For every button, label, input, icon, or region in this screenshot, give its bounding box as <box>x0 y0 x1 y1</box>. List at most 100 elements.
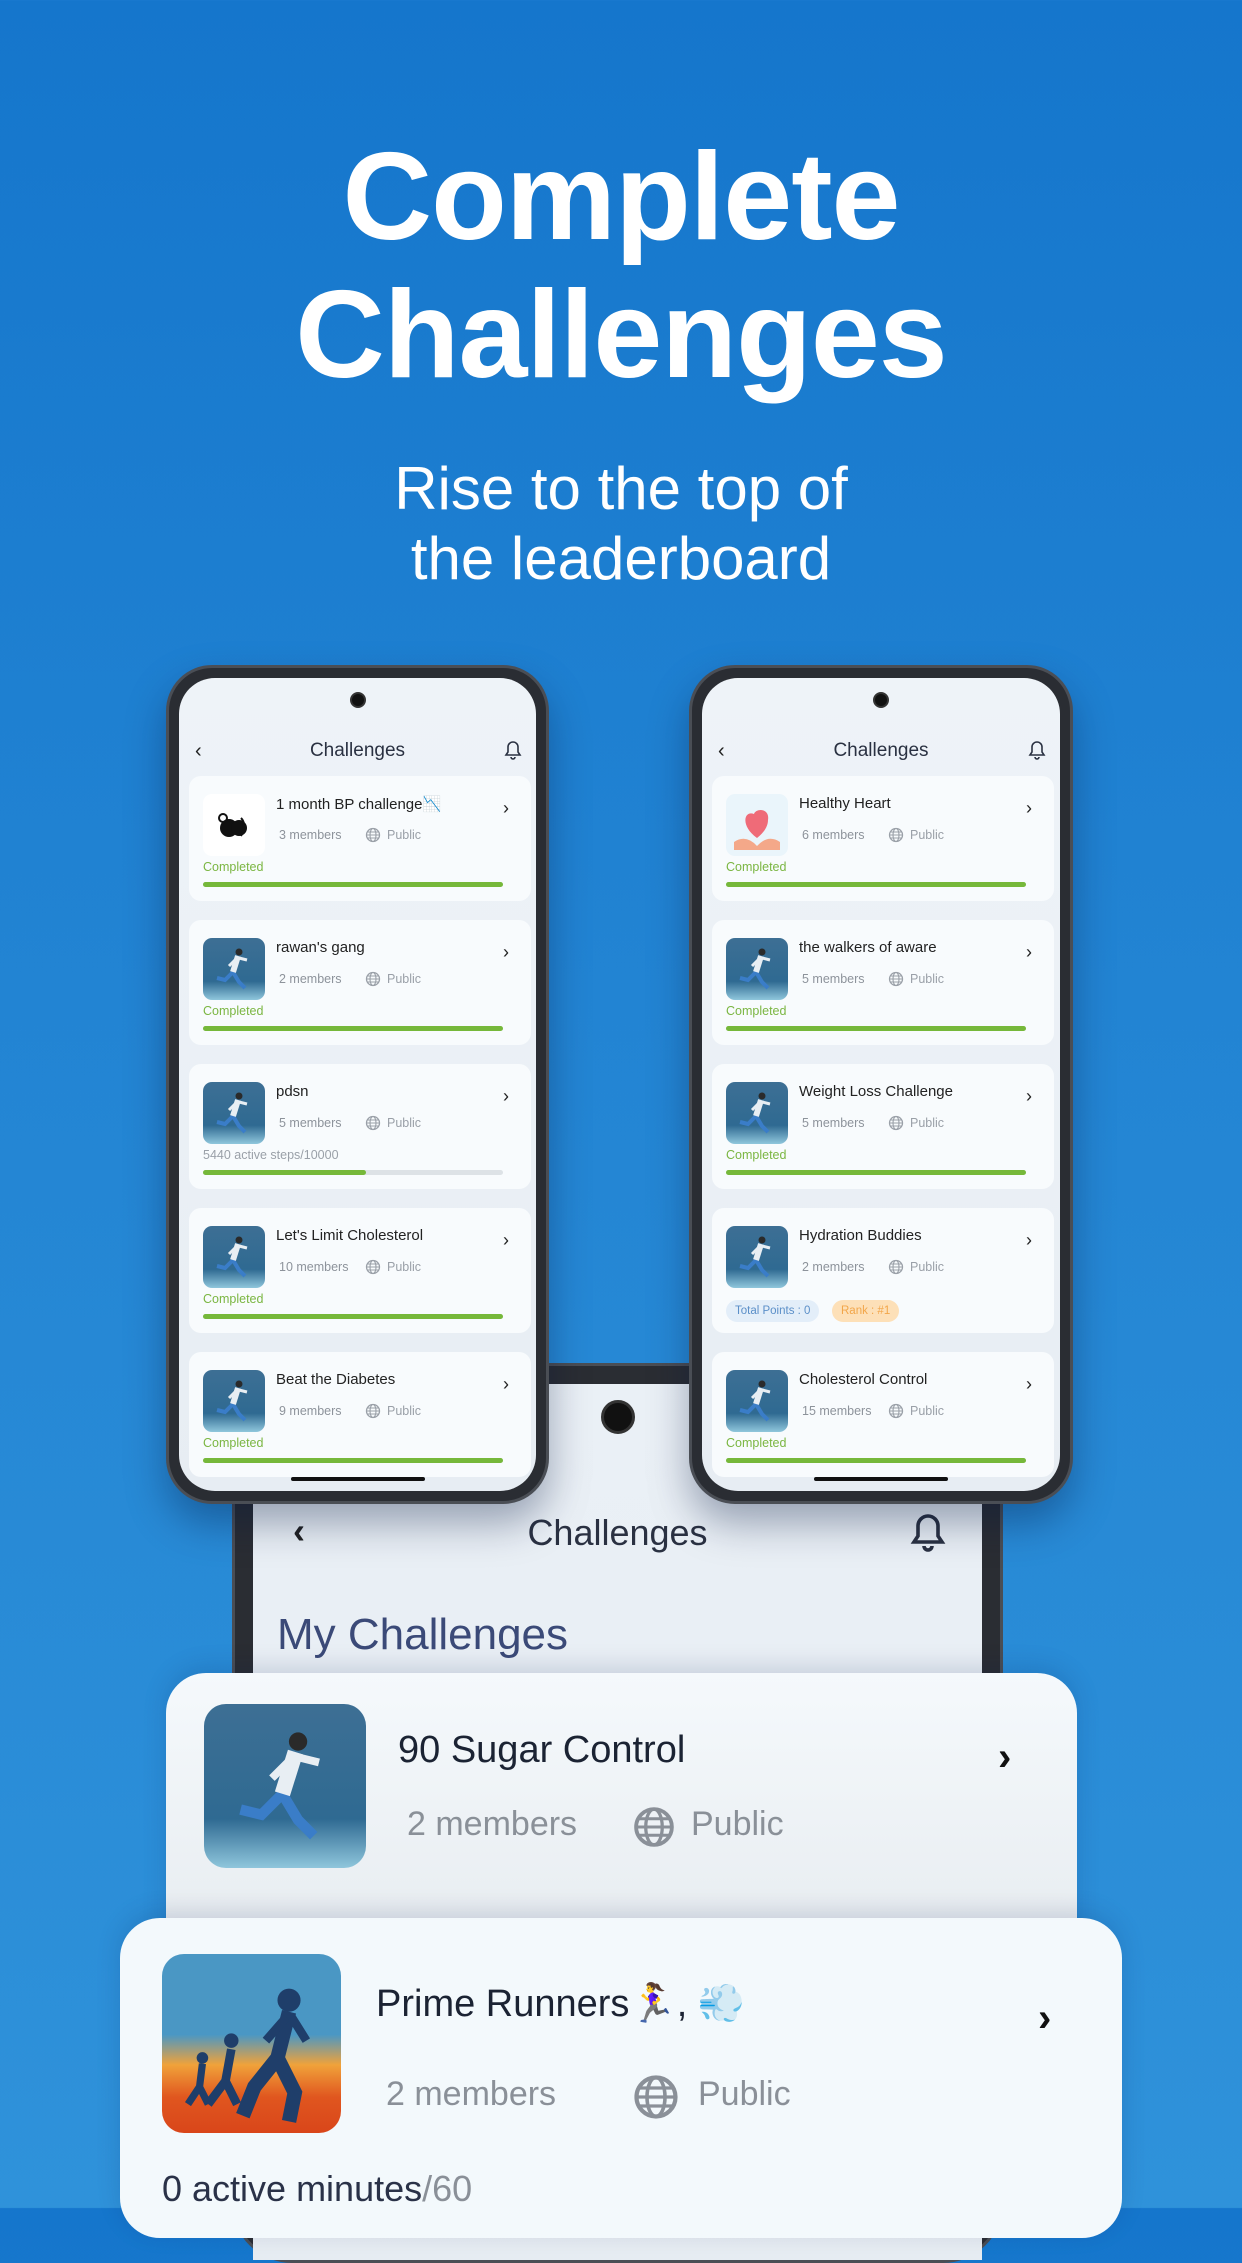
featured-challenge-card[interactable]: Prime Runners🏃‍♀️, 💨 2 members Public › … <box>120 1918 1122 2238</box>
challenge-thumbnail <box>726 1082 788 1144</box>
globe-icon <box>634 2075 678 2119</box>
challenge-card[interactable]: Healthy Heart 6 members Public › Completed <box>712 776 1054 901</box>
chevron-right-icon[interactable]: › <box>1026 798 1032 819</box>
status-label: Completed <box>726 1436 787 1450</box>
globe-icon <box>888 1115 904 1131</box>
member-count: 5 members <box>279 1116 342 1130</box>
challenge-card[interactable]: Weight Loss Challenge 5 members Public › Com… <box>712 1064 1054 1189</box>
visibility-label: Public <box>910 1404 945 1418</box>
member-count: 5 members <box>802 972 865 986</box>
member-count: 15 members <box>802 1404 872 1418</box>
visibility-label: Public <box>910 1260 945 1274</box>
challenge-thumbnail <box>203 1082 265 1144</box>
globe-icon <box>365 827 381 843</box>
hero-title: Complete Challenges <box>0 128 1242 404</box>
member-count: 5 members <box>802 1116 865 1130</box>
challenge-title: Healthy Heart <box>799 795 891 812</box>
status-label: Completed <box>726 1148 787 1162</box>
challenge-card[interactable]: Cholesterol Control 15 members Public › Comp… <box>712 1352 1054 1477</box>
challenge-thumbnail <box>203 1226 265 1288</box>
challenge-card[interactable]: Let's Limit Cholesterol 10 members Public ›… <box>189 1208 531 1333</box>
chevron-right-icon[interactable]: › <box>1026 942 1032 963</box>
chevron-right-icon[interactable]: › <box>1026 1230 1032 1251</box>
member-count: 2 members <box>802 1260 865 1274</box>
right-phone: ‹ Challenges Healthy Heart 6 members Public ›… <box>689 665 1073 1504</box>
visibility-label: Public <box>910 828 945 842</box>
globe-icon <box>888 827 904 843</box>
challenge-title: the walkers of aware <box>799 939 937 956</box>
chevron-right-icon[interactable]: › <box>998 1735 1011 1780</box>
hero-title-line2: Challenges <box>295 266 948 404</box>
globe-icon <box>365 971 381 987</box>
back-chevron-icon[interactable]: ‹ <box>195 740 202 763</box>
progress-status: 0 active minutes/60 <box>162 2168 472 2210</box>
visibility-label: Public <box>387 828 422 842</box>
visibility-label: Public <box>387 1404 422 1418</box>
visibility-label: Public <box>910 972 945 986</box>
visibility-label: Public <box>691 1805 784 1843</box>
challenge-thumbnail <box>204 1704 366 1868</box>
camera <box>873 692 889 708</box>
chevron-right-icon[interactable]: › <box>503 798 509 819</box>
status-label: Completed <box>726 1004 787 1018</box>
screen-title: Challenges <box>833 740 929 761</box>
hero-title-line1: Complete <box>342 128 901 266</box>
camera <box>349 692 366 708</box>
progress-bar <box>726 1026 1026 1031</box>
home-indicator[interactable] <box>814 1477 948 1481</box>
progress-fill <box>726 1170 1026 1175</box>
challenge-title: Hydration Buddies <box>799 1227 922 1244</box>
chevron-right-icon[interactable]: › <box>1038 1996 1051 2041</box>
phone-screen: ‹ Challenges Healthy Heart 6 members Public ›… <box>702 678 1060 1491</box>
hero-subtitle: Rise to the top of the leaderboard <box>0 454 1242 594</box>
progress-status: 5440 active steps/10000 <box>203 1148 339 1162</box>
challenge-card[interactable]: Hydration Buddies 2 members Public › Total P… <box>712 1208 1054 1333</box>
status-label: Completed <box>203 1292 264 1306</box>
challenge-card[interactable]: 1 month BP challenge📉 3 members Public › Com… <box>189 776 531 901</box>
visibility-label: Public <box>387 972 422 986</box>
back-chevron-icon[interactable]: ‹ <box>718 740 725 763</box>
challenge-title: rawan's gang <box>276 939 365 956</box>
screen-title: Challenges <box>527 1512 708 1553</box>
challenge-card[interactable]: Beat the Diabetes 9 members Public › Complet… <box>189 1352 531 1477</box>
progress-bar <box>203 1314 503 1319</box>
app-header: ‹ Challenges <box>702 740 1060 764</box>
app-header: ‹ Challenges <box>179 740 536 764</box>
member-count: 2 members <box>279 972 342 986</box>
progress-bar <box>726 1458 1026 1463</box>
progress-bar <box>203 1026 503 1031</box>
progress-value: 5440 active steps <box>203 1148 301 1162</box>
visibility-label: Public <box>387 1260 422 1274</box>
challenge-card[interactable]: rawan's gang 2 members Public › Completed <box>189 920 531 1045</box>
progress-fill <box>203 882 503 887</box>
progress-fill <box>203 1458 503 1463</box>
challenge-card[interactable]: the walkers of aware 5 members Public › Comp… <box>712 920 1054 1045</box>
challenge-title: 90 Sugar Control <box>398 1729 686 1771</box>
challenge-card[interactable]: pdsn 5 members Public › 5440 active steps/10… <box>189 1064 531 1189</box>
chevron-right-icon[interactable]: › <box>1026 1374 1032 1395</box>
chevron-right-icon[interactable]: › <box>503 942 509 963</box>
home-indicator[interactable] <box>290 1477 425 1481</box>
chevron-right-icon[interactable]: › <box>503 1086 509 1107</box>
bell-icon[interactable] <box>504 740 522 760</box>
challenge-thumbnail <box>162 1954 341 2133</box>
member-count: 6 members <box>802 828 865 842</box>
globe-icon <box>888 1259 904 1275</box>
visibility-label: Public <box>387 1116 422 1130</box>
hero-subtitle-line1: Rise to the top of <box>394 455 848 522</box>
globe-icon <box>888 1403 904 1419</box>
chevron-right-icon[interactable]: › <box>1026 1086 1032 1107</box>
member-count: 9 members <box>279 1404 342 1418</box>
progress-bar <box>203 882 503 887</box>
bell-icon[interactable] <box>910 1512 946 1552</box>
chevron-right-icon[interactable]: › <box>503 1374 509 1395</box>
challenge-thumbnail <box>726 1226 788 1288</box>
progress-bar <box>726 882 1026 887</box>
member-count: 10 members <box>279 1260 349 1274</box>
total-points-badge: Total Points : 0 <box>726 1300 820 1322</box>
visibility-label: Public <box>910 1116 945 1130</box>
bell-icon[interactable] <box>1028 740 1046 760</box>
globe-icon <box>888 971 904 987</box>
globe-icon <box>365 1115 381 1131</box>
chevron-right-icon[interactable]: › <box>503 1230 509 1251</box>
